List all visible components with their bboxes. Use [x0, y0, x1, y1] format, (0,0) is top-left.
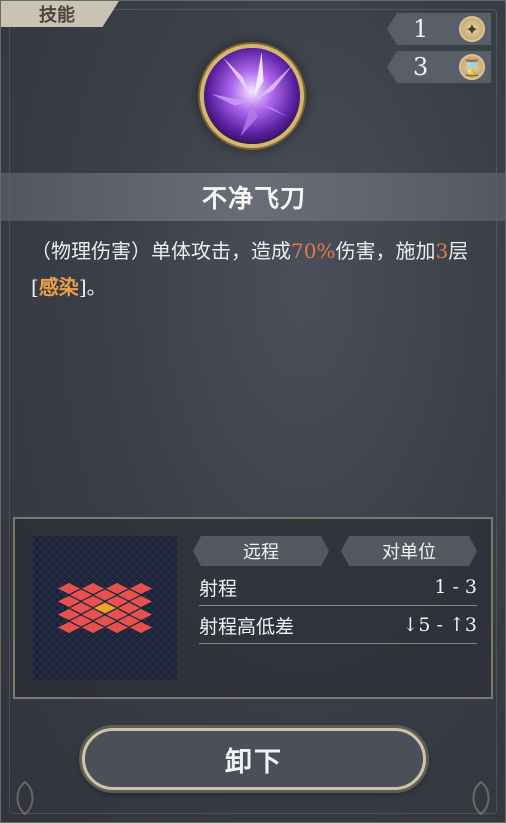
- cooldown-value: 3: [413, 53, 429, 81]
- status-effect-link[interactable]: 感染: [39, 275, 79, 299]
- target-type-badge: 对单位: [341, 536, 477, 566]
- purple-blades-icon: [200, 44, 304, 148]
- corner-ornament-left: [16, 780, 34, 816]
- unequip-button-label: 卸下: [225, 746, 283, 778]
- skill-points-counter: 1 ✦: [387, 13, 491, 45]
- height-diff-value: ↓5 - ↑3: [402, 614, 477, 636]
- skill-description: （物理伤害）单体攻击，造成70%伤害，施加3层[感染]。: [31, 233, 483, 305]
- cooldown-counter: 3 ⌛: [387, 51, 491, 83]
- height-up-value: 3: [464, 614, 477, 636]
- skill-name: 不净飞刀: [201, 184, 306, 213]
- height-diff-label: 射程高低差: [199, 615, 295, 638]
- desc-text-4: ]。: [78, 275, 107, 299]
- corner-ornament-right: [472, 780, 490, 816]
- desc-text-2: 伤害，施加: [335, 239, 436, 263]
- attack-type-label: 远程: [243, 542, 279, 563]
- height-diff-row: 射程高低差 ↓5 - ↑3: [199, 607, 477, 644]
- skill-points-value: 1: [413, 15, 429, 43]
- skill-tab[interactable]: 技能: [1, 1, 119, 27]
- damage-percent: 70%: [291, 239, 336, 263]
- stack-count: 3: [435, 239, 449, 263]
- range-row: 射程 1 - 3: [199, 569, 477, 606]
- range-grid-preview: [33, 536, 177, 680]
- skill-panel: 技能 1 ✦ 3 ⌛ 不净飞刀 （物理伤害）单体攻击，造成70%伤害，施加3层[…: [0, 0, 506, 823]
- sparkle-icon: ✦: [459, 16, 485, 42]
- range-label: 射程: [199, 577, 238, 600]
- attack-type-badge: 远程: [193, 536, 329, 566]
- arrow-down-icon: ↓: [402, 614, 419, 636]
- arrow-up-icon: ↑: [448, 614, 465, 636]
- skill-info-box: 远程 对单位 射程 1 - 3 射程高低差 ↓5 - ↑3: [13, 517, 493, 699]
- hourglass-icon: ⌛: [459, 54, 485, 80]
- skill-tab-label: 技能: [39, 5, 75, 26]
- skill-name-bar: 不净飞刀: [1, 173, 505, 221]
- target-type-label: 对单位: [382, 542, 436, 563]
- range-value: 1 - 3: [434, 576, 477, 598]
- desc-text-1: （物理伤害）单体攻击，造成: [31, 239, 291, 263]
- height-down-value: 5: [418, 614, 431, 636]
- unequip-button[interactable]: 卸下: [82, 728, 426, 790]
